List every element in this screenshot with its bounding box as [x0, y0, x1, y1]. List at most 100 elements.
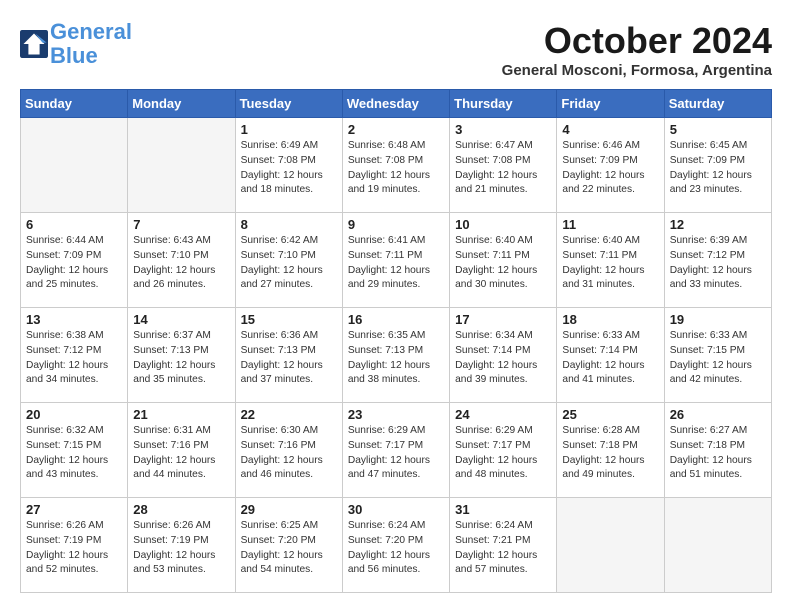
- calendar-cell: [21, 118, 128, 213]
- day-number: 15: [241, 312, 337, 327]
- calendar-cell: 15 Sunrise: 6:36 AMSunset: 7:13 PMDayligh…: [235, 308, 342, 403]
- title-block: October 2024 General Mosconi, Formosa, A…: [502, 20, 772, 79]
- calendar-row: 13Sunrise: 6:38 AMSunset: 7:12 PMDayligh…: [21, 308, 772, 403]
- calendar-cell: 18 Sunrise: 6:33 AMSunset: 7:14 PMDayligh…: [557, 308, 664, 403]
- calendar-cell: 10 Sunrise: 6:40 AMSunset: 7:11 PMDayligh…: [450, 213, 557, 308]
- col-header-friday: Friday: [557, 90, 664, 118]
- day-number: 21: [133, 407, 229, 422]
- day-number: 6: [26, 217, 122, 232]
- day-info: Sunrise: 6:48 AMSunset: 7:08 PMDaylight:…: [348, 139, 444, 198]
- day-number: 27: [26, 502, 122, 517]
- calendar-cell: 27 Sunrise: 6:26 AMSunset: 7:19 PMDayligh…: [21, 498, 128, 593]
- day-info: Sunrise: 6:46 AMSunset: 7:09 PMDaylight:…: [562, 139, 658, 198]
- calendar-cell: 3 Sunrise: 6:47 AMSunset: 7:08 PMDaylight…: [450, 118, 557, 213]
- day-info: Sunrise: 6:32 AMSunset: 7:15 PMDaylight:…: [26, 424, 122, 483]
- day-number: 18: [562, 312, 658, 327]
- calendar-cell: [664, 498, 771, 593]
- col-header-monday: Monday: [128, 90, 235, 118]
- calendar-cell: 8 Sunrise: 6:42 AMSunset: 7:10 PMDaylight…: [235, 213, 342, 308]
- calendar-row: 27 Sunrise: 6:26 AMSunset: 7:19 PMDayligh…: [21, 498, 772, 593]
- day-number: 8: [241, 217, 337, 232]
- col-header-saturday: Saturday: [664, 90, 771, 118]
- day-number: 10: [455, 217, 551, 232]
- calendar-row: 20 Sunrise: 6:32 AMSunset: 7:15 PMDayligh…: [21, 403, 772, 498]
- day-info: Sunrise: 6:33 AMSunset: 7:15 PMDaylight:…: [670, 329, 766, 388]
- day-info: Sunrise: 6:29 AMSunset: 7:17 PMDaylight:…: [455, 424, 551, 483]
- calendar-cell: 26Sunrise: 6:27 AMSunset: 7:18 PMDayligh…: [664, 403, 771, 498]
- calendar-cell: 23Sunrise: 6:29 AMSunset: 7:17 PMDayligh…: [342, 403, 449, 498]
- day-number: 9: [348, 217, 444, 232]
- calendar-cell: 28 Sunrise: 6:26 AMSunset: 7:19 PMDayligh…: [128, 498, 235, 593]
- calendar-cell: 16 Sunrise: 6:35 AMSunset: 7:13 PMDayligh…: [342, 308, 449, 403]
- day-number: 24: [455, 407, 551, 422]
- calendar-cell: 31 Sunrise: 6:24 AMSunset: 7:21 PMDayligh…: [450, 498, 557, 593]
- calendar-cell: 12Sunrise: 6:39 AMSunset: 7:12 PMDayligh…: [664, 213, 771, 308]
- calendar-cell: 25 Sunrise: 6:28 AMSunset: 7:18 PMDayligh…: [557, 403, 664, 498]
- col-header-tuesday: Tuesday: [235, 90, 342, 118]
- day-info: Sunrise: 6:31 AMSunset: 7:16 PMDaylight:…: [133, 424, 229, 483]
- page-header: GeneralBlue October 2024 General Mosconi…: [20, 20, 772, 79]
- day-number: 26: [670, 407, 766, 422]
- calendar-cell: 29 Sunrise: 6:25 AMSunset: 7:20 PMDayligh…: [235, 498, 342, 593]
- day-info: Sunrise: 6:35 AMSunset: 7:13 PMDaylight:…: [348, 329, 444, 388]
- day-info: Sunrise: 6:33 AMSunset: 7:14 PMDaylight:…: [562, 329, 658, 388]
- day-number: 14: [133, 312, 229, 327]
- day-number: 25: [562, 407, 658, 422]
- day-number: 11: [562, 217, 658, 232]
- calendar-cell: 9 Sunrise: 6:41 AMSunset: 7:11 PMDaylight…: [342, 213, 449, 308]
- day-info: Sunrise: 6:26 AMSunset: 7:19 PMDaylight:…: [133, 519, 229, 578]
- logo-text: GeneralBlue: [50, 20, 132, 68]
- day-number: 20: [26, 407, 122, 422]
- day-info: Sunrise: 6:24 AMSunset: 7:21 PMDaylight:…: [455, 519, 551, 578]
- calendar-cell: 19Sunrise: 6:33 AMSunset: 7:15 PMDayligh…: [664, 308, 771, 403]
- calendar-cell: 11Sunrise: 6:40 AMSunset: 7:11 PMDayligh…: [557, 213, 664, 308]
- day-number: 5: [670, 122, 766, 137]
- col-header-wednesday: Wednesday: [342, 90, 449, 118]
- day-number: 2: [348, 122, 444, 137]
- day-number: 16: [348, 312, 444, 327]
- calendar-row: 6Sunrise: 6:44 AMSunset: 7:09 PMDaylight…: [21, 213, 772, 308]
- calendar-cell: 17 Sunrise: 6:34 AMSunset: 7:14 PMDayligh…: [450, 308, 557, 403]
- day-info: Sunrise: 6:28 AMSunset: 7:18 PMDaylight:…: [562, 424, 658, 483]
- day-info: Sunrise: 6:47 AMSunset: 7:08 PMDaylight:…: [455, 139, 551, 198]
- calendar-cell: 21 Sunrise: 6:31 AMSunset: 7:16 PMDayligh…: [128, 403, 235, 498]
- day-number: 12: [670, 217, 766, 232]
- col-header-thursday: Thursday: [450, 90, 557, 118]
- day-info: Sunrise: 6:29 AMSunset: 7:17 PMDaylight:…: [348, 424, 444, 483]
- day-number: 13: [26, 312, 122, 327]
- calendar-cell: 7 Sunrise: 6:43 AMSunset: 7:10 PMDaylight…: [128, 213, 235, 308]
- calendar-header-row: SundayMondayTuesdayWednesdayThursdayFrid…: [21, 90, 772, 118]
- calendar-cell: [128, 118, 235, 213]
- calendar-cell: 4 Sunrise: 6:46 AMSunset: 7:09 PMDaylight…: [557, 118, 664, 213]
- day-number: 3: [455, 122, 551, 137]
- day-info: Sunrise: 6:26 AMSunset: 7:19 PMDaylight:…: [26, 519, 122, 578]
- day-number: 29: [241, 502, 337, 517]
- day-info: Sunrise: 6:36 AMSunset: 7:13 PMDaylight:…: [241, 329, 337, 388]
- col-header-sunday: Sunday: [21, 90, 128, 118]
- calendar-cell: 20 Sunrise: 6:32 AMSunset: 7:15 PMDayligh…: [21, 403, 128, 498]
- day-info: Sunrise: 6:34 AMSunset: 7:14 PMDaylight:…: [455, 329, 551, 388]
- day-info: Sunrise: 6:30 AMSunset: 7:16 PMDaylight:…: [241, 424, 337, 483]
- day-number: 30: [348, 502, 444, 517]
- calendar-table: SundayMondayTuesdayWednesdayThursdayFrid…: [20, 89, 772, 593]
- day-number: 1: [241, 122, 337, 137]
- day-info: Sunrise: 6:45 AMSunset: 7:09 PMDaylight:…: [670, 139, 766, 198]
- day-number: 7: [133, 217, 229, 232]
- day-number: 31: [455, 502, 551, 517]
- day-number: 28: [133, 502, 229, 517]
- day-info: Sunrise: 6:43 AMSunset: 7:10 PMDaylight:…: [133, 234, 229, 293]
- day-info: Sunrise: 6:25 AMSunset: 7:20 PMDaylight:…: [241, 519, 337, 578]
- day-number: 17: [455, 312, 551, 327]
- calendar-row: 1Sunrise: 6:49 AMSunset: 7:08 PMDaylight…: [21, 118, 772, 213]
- calendar-cell: 24 Sunrise: 6:29 AMSunset: 7:17 PMDayligh…: [450, 403, 557, 498]
- calendar-cell: 1Sunrise: 6:49 AMSunset: 7:08 PMDaylight…: [235, 118, 342, 213]
- day-number: 4: [562, 122, 658, 137]
- day-info: Sunrise: 6:37 AMSunset: 7:13 PMDaylight:…: [133, 329, 229, 388]
- day-info: Sunrise: 6:41 AMSunset: 7:11 PMDaylight:…: [348, 234, 444, 293]
- day-info: Sunrise: 6:40 AMSunset: 7:11 PMDaylight:…: [455, 234, 551, 293]
- calendar-cell: 5 Sunrise: 6:45 AMSunset: 7:09 PMDaylight…: [664, 118, 771, 213]
- logo: GeneralBlue: [20, 20, 132, 68]
- calendar-cell: 6Sunrise: 6:44 AMSunset: 7:09 PMDaylight…: [21, 213, 128, 308]
- calendar-cell: 13Sunrise: 6:38 AMSunset: 7:12 PMDayligh…: [21, 308, 128, 403]
- day-info: Sunrise: 6:42 AMSunset: 7:10 PMDaylight:…: [241, 234, 337, 293]
